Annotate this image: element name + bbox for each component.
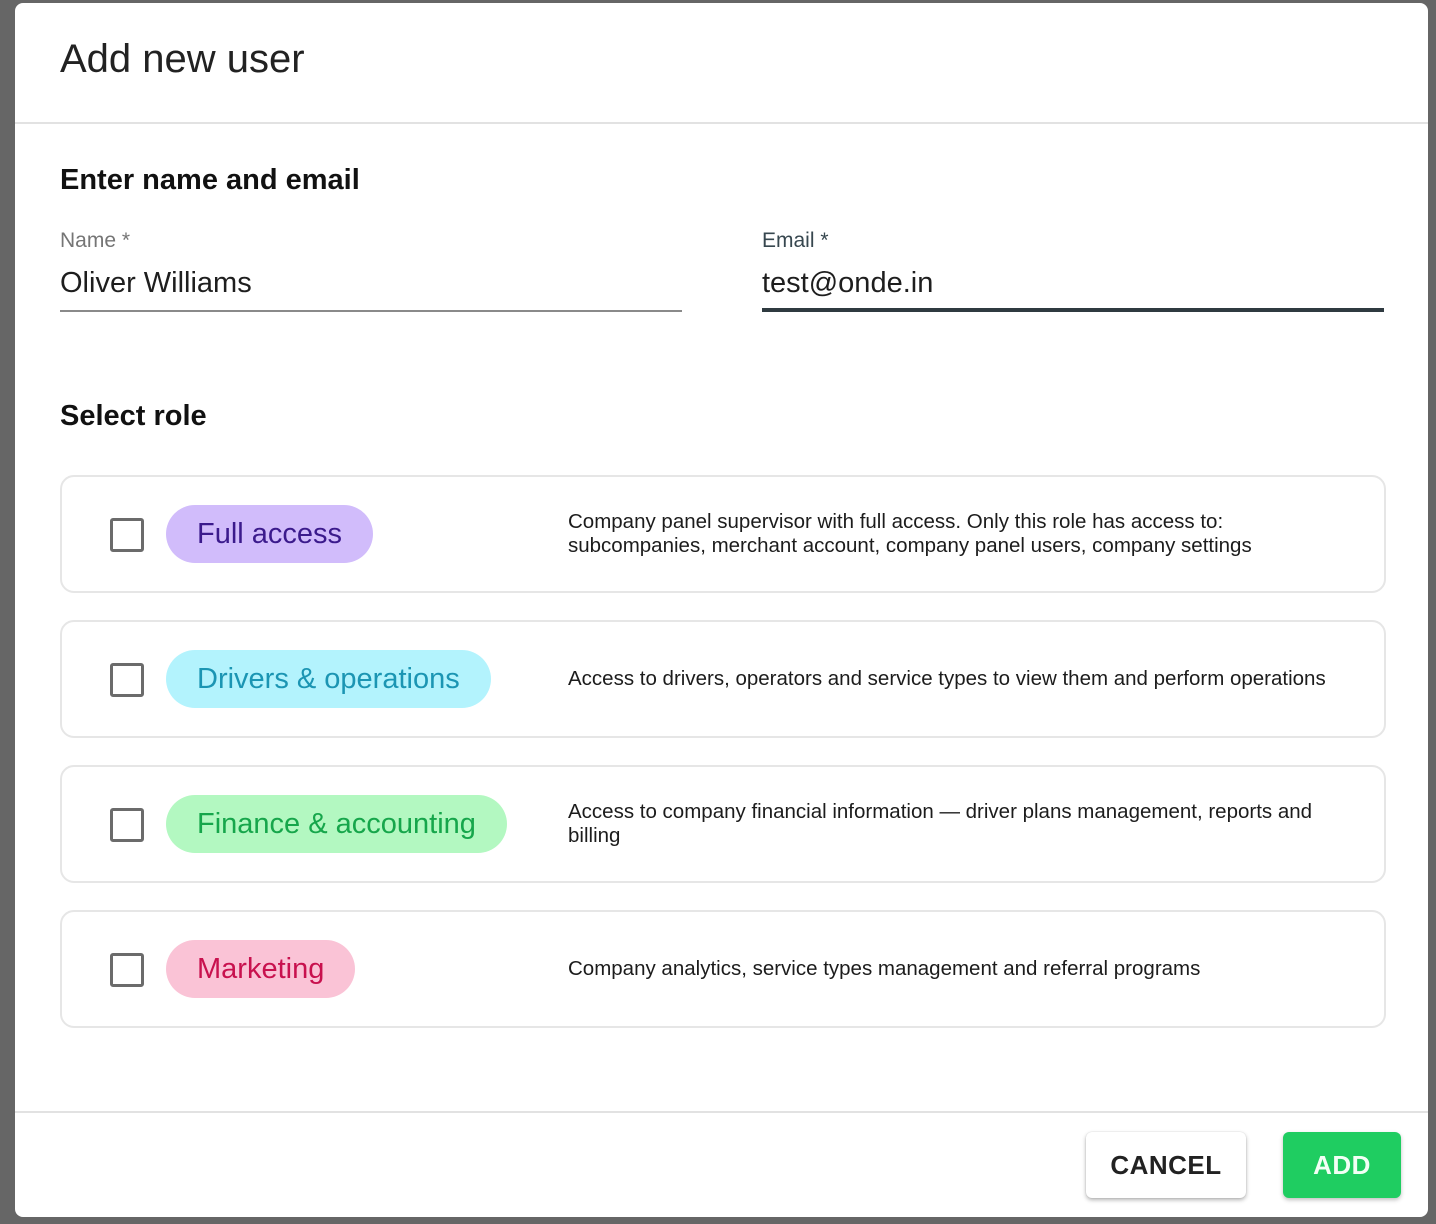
full-access-chip: Full access xyxy=(166,505,374,563)
name-field-label: Name * xyxy=(60,229,131,252)
full-access-checkbox[interactable] xyxy=(110,518,144,552)
name-field: Name * xyxy=(60,229,682,312)
add-user-dialog: Add new user Enter name and email Name *… xyxy=(15,3,1428,1217)
role-card-marketing[interactable]: Marketing Company analytics, service typ… xyxy=(60,910,1386,1028)
full-access-description: Company panel supervisor with full acces… xyxy=(568,510,1252,557)
cancel-button[interactable]: CANCEL xyxy=(1086,1132,1246,1198)
role-card-finance-accounting[interactable]: Finance & accounting Access to company f… xyxy=(60,765,1386,883)
role-card-full-access[interactable]: Full access Company panel supervisor wit… xyxy=(60,475,1386,593)
role-card-drivers-operations[interactable]: Drivers & operations Access to drivers, … xyxy=(60,620,1386,738)
finance-accounting-chip: Finance & accounting xyxy=(166,795,507,853)
drivers-operations-chip: Drivers & operations xyxy=(166,650,491,708)
drivers-operations-checkbox[interactable] xyxy=(110,663,144,697)
dialog-header: Add new user xyxy=(15,3,1428,124)
marketing-checkbox[interactable] xyxy=(110,953,144,987)
name-input[interactable] xyxy=(60,253,682,312)
marketing-chip: Marketing xyxy=(166,940,356,998)
drivers-operations-description: Access to drivers, operators and service… xyxy=(568,667,1326,690)
email-field-label: Email * xyxy=(762,229,829,252)
finance-accounting-description: Access to company financial information … xyxy=(568,800,1313,847)
email-field: Email * xyxy=(762,229,1384,312)
select-role-section-title: Select role xyxy=(60,400,207,432)
dialog-title: Add new user xyxy=(60,37,305,81)
add-button[interactable]: ADD xyxy=(1283,1132,1401,1198)
marketing-description: Company analytics, service types managem… xyxy=(568,957,1201,980)
dialog-footer: CANCEL ADD xyxy=(15,1111,1428,1217)
finance-accounting-checkbox[interactable] xyxy=(110,808,144,842)
email-input[interactable] xyxy=(762,253,1384,312)
name-email-section-title: Enter name and email xyxy=(60,164,360,196)
